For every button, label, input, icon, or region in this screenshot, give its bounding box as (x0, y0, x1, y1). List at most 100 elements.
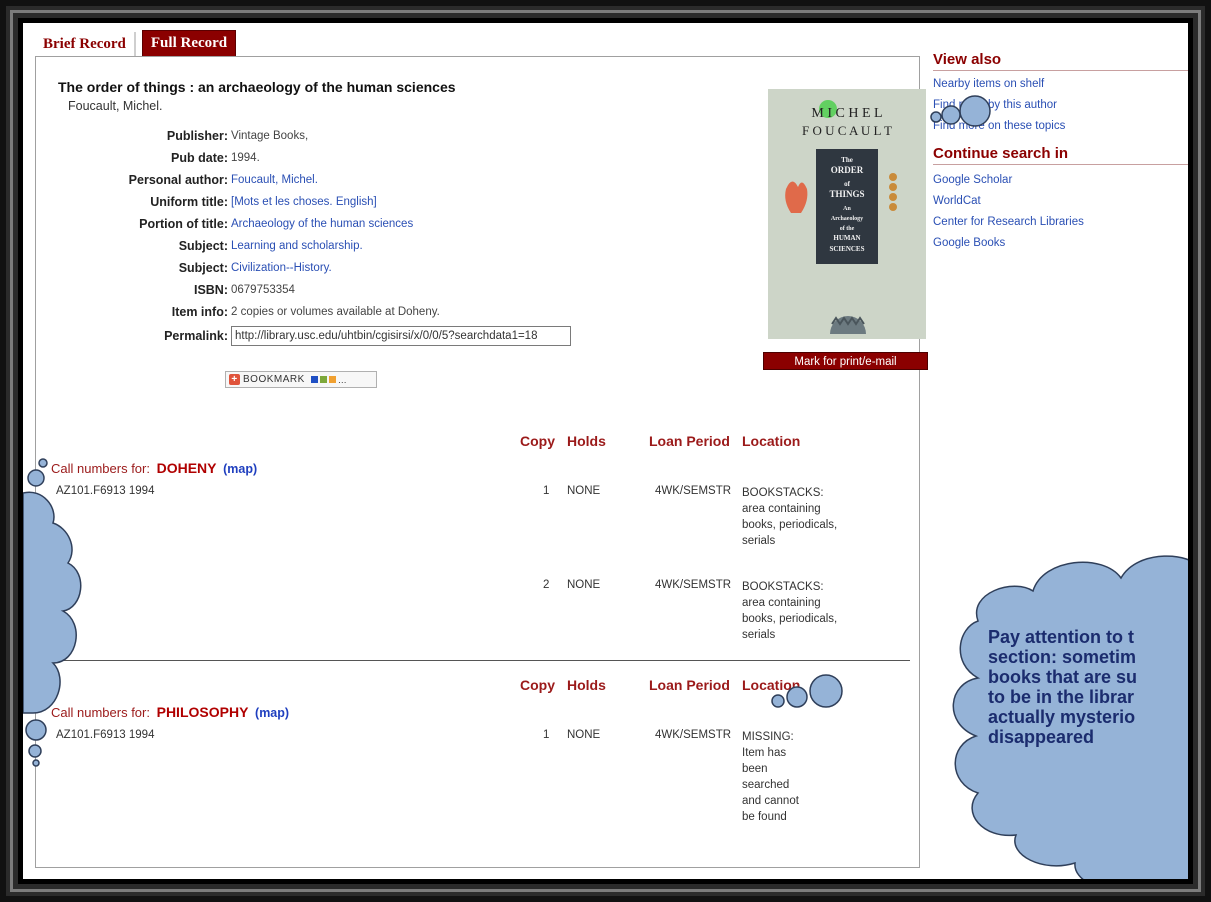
callnumbers-doheny: Call numbers for: DOHENY (map) (51, 460, 257, 476)
subject-link[interactable]: Civilization--History. (231, 262, 332, 274)
col-loan-period: Loan Period (649, 677, 730, 693)
personal-author-link[interactable]: Foucault, Michel. (231, 174, 318, 186)
field-permalink: Permalink: (46, 325, 746, 347)
copy-number: 1 (543, 729, 550, 741)
holds-value: NONE (567, 485, 601, 497)
call-number: AZ101.F6913 1994 (56, 729, 155, 741)
plus-icon: + (229, 374, 240, 385)
col-location: Location (742, 433, 801, 449)
field-label: Permalink: (164, 329, 228, 343)
cover-title-line: HUMAN (833, 234, 860, 242)
field-value: 1994. (231, 152, 260, 164)
uniform-title-link[interactable]: [Mots et les choses. English] (231, 196, 377, 208)
field-subject: Subject: Civilization--History. (46, 259, 746, 277)
callnumbers-philosophy: Call numbers for: PHILOSOPHY (map) (51, 704, 289, 720)
mark-for-print-button[interactable]: Mark for print/e-mail (763, 352, 928, 370)
holds-value: NONE (567, 579, 601, 591)
record-title: The order of things : an archaeology of … (58, 79, 456, 95)
map-link[interactable]: (map) (255, 706, 289, 720)
cover-author-last: F O U C A U L T (802, 123, 892, 138)
holdings-header: Copy Holds Loan Period Location (36, 677, 921, 697)
tab-full-record[interactable]: Full Record (141, 30, 237, 57)
stumble-icon (328, 376, 336, 383)
col-copy: Copy (520, 433, 555, 449)
catalog-page: Brief Record Full Record The order of th… (23, 23, 1188, 879)
callnumbers-prefix: Call numbers for: (51, 461, 150, 476)
cover-author-first: M I C H E L (811, 106, 882, 121)
cover-title-line: of the (840, 226, 855, 232)
screenshot-area: Brief Record Full Record The order of th… (18, 18, 1193, 884)
callnumbers-prefix: Call numbers for: (51, 705, 150, 720)
permalink-field[interactable] (231, 326, 571, 346)
field-label: Subject: (178, 239, 228, 253)
field-item-info: Item info: 2 copies or volumes available… (46, 303, 746, 321)
library-name: DOHENY (156, 460, 217, 476)
cover-title-line: An (843, 206, 851, 212)
field-label: Publisher: (166, 129, 228, 143)
google-scholar-link[interactable]: Google Scholar (933, 174, 1012, 186)
field-value: 0679753354 (231, 284, 295, 296)
book-cover-art: M I C H E L F O U C A U L T TheORDER ofTH… (768, 89, 926, 339)
cover-title-line: SCIENCES (829, 245, 864, 253)
loan-period-value: 4WK/SEMSTR (655, 485, 732, 497)
record-author: Foucault, Michel. (68, 99, 163, 113)
field-label: Item info: (171, 305, 228, 319)
copy-number: 1 (543, 485, 550, 497)
field-value: Vintage Books, (231, 130, 309, 142)
call-number: AZ101.F6913 1994 (56, 485, 155, 497)
more-on-topics-link[interactable]: Find more on these topics (933, 120, 1065, 132)
record-panel: The order of things : an archaeology of … (35, 56, 928, 868)
field-portion-of-title: Portion of title: Archaeology of the hum… (46, 215, 746, 233)
tab-brief-record[interactable]: Brief Record (35, 32, 136, 57)
more-icon: … (337, 374, 348, 385)
field-label: Pub date: (171, 151, 228, 165)
col-holds: Holds (567, 433, 606, 449)
field-label: Portion of title: (139, 217, 228, 231)
portion-of-title-link[interactable]: Archaeology of the human sciences (231, 218, 413, 230)
bookmark-label: BOOKMARK (243, 374, 305, 385)
continue-search-heading: Continue search in (933, 145, 1188, 165)
field-isbn: ISBN: 0679753354 (46, 281, 746, 299)
holds-value: NONE (567, 729, 601, 741)
google-books-link[interactable]: Google Books (933, 237, 1005, 249)
book-cover-image: M I C H E L F O U C A U L T The ORDER of TH… (768, 89, 926, 339)
location-value: BOOKSTACKS: area containing books, perio… (742, 487, 838, 547)
field-publisher: Publisher: Vintage Books, (46, 127, 746, 145)
bookmark-button[interactable]: + BOOKMARK … (225, 371, 377, 388)
map-link[interactable]: (map) (223, 462, 257, 476)
loan-period-value: 4WK/SEMSTR (655, 579, 732, 591)
crl-link[interactable]: Center for Research Libraries (933, 216, 1084, 228)
field-label: Personal author: (128, 173, 228, 187)
worldcat-link[interactable]: WorldCat (933, 195, 981, 207)
record-tabs: Brief Record Full Record (35, 30, 237, 57)
library-name: PHILOSOPHY (156, 704, 249, 720)
holdings-divider (53, 660, 910, 661)
delicious-icon (310, 376, 318, 383)
digg-icon (319, 376, 327, 383)
view-also-heading: View also (933, 51, 1188, 71)
cover-title-line: Archaeology (831, 216, 863, 222)
callout-text: Pay attention to t section: sometim book… (988, 627, 1138, 747)
nearby-items-link[interactable]: Nearby items on shelf (933, 78, 1044, 90)
field-value: 2 copies or volumes available at Doheny. (231, 306, 440, 318)
field-subject: Subject: Learning and scholarship. (46, 237, 746, 255)
more-by-author-link[interactable]: Find more by this author (933, 99, 1057, 111)
field-personal-author: Personal author: Foucault, Michel. (46, 171, 746, 189)
share-icons: … (310, 374, 348, 385)
location-value: MISSING: Item has been searched and cann… (742, 731, 799, 823)
field-label: Subject: (178, 261, 228, 275)
col-copy: Copy (520, 677, 555, 693)
col-holds: Holds (567, 677, 606, 693)
subject-link[interactable]: Learning and scholarship. (231, 240, 363, 252)
location-value: BOOKSTACKS: area containing books, perio… (742, 581, 838, 641)
cover-title-line: The (841, 156, 853, 164)
loan-period-value: 4WK/SEMSTR (655, 729, 732, 741)
field-label: Uniform title: (150, 195, 228, 209)
col-loan-period: Loan Period (649, 433, 730, 449)
cover-title-line: ORDER (831, 165, 864, 175)
copy-number: 2 (543, 579, 550, 591)
field-label: ISBN: (193, 283, 228, 297)
col-location: Location (742, 677, 801, 693)
cover-title-line: THINGS (829, 189, 864, 199)
cover-title-line: of (844, 180, 851, 188)
